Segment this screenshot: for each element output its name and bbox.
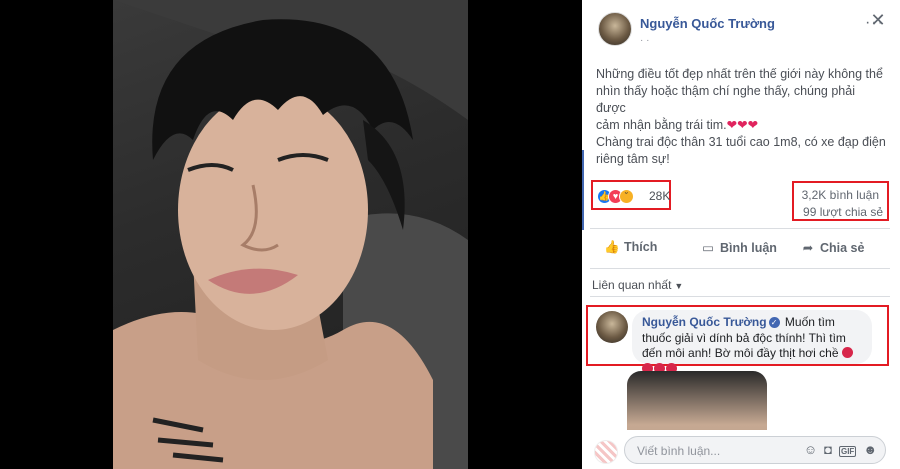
post-text-line: cảm nhận bằng trái tim. bbox=[596, 118, 727, 132]
author-name[interactable]: Nguyễn Quốc Trường bbox=[640, 16, 775, 31]
post-photo[interactable] bbox=[113, 0, 468, 469]
engagement-stats: 3,2K bình luận 99 lượt chia sẻ bbox=[792, 181, 889, 221]
viewer-avatar bbox=[594, 440, 618, 464]
camera-icon[interactable]: ◘ bbox=[824, 442, 832, 457]
pouting-face-emoji-icon bbox=[841, 347, 853, 358]
comment-sort-dropdown[interactable]: Liên quan nhất ▼ bbox=[592, 278, 683, 292]
write-comment-row: Viết bình luận... ☺ ◘ GIF ☻ bbox=[590, 430, 895, 469]
post-text-line: riêng tâm sự! bbox=[596, 152, 670, 166]
top-comment: Nguyễn Quốc Trường ✓ Muốn tìm thuốc giải … bbox=[586, 305, 889, 374]
divider bbox=[590, 228, 890, 229]
post-meta: · · bbox=[640, 35, 650, 46]
shares-count-link[interactable]: 99 lượt chia sẻ bbox=[803, 205, 883, 219]
sticker-icon[interactable]: ☻ bbox=[863, 442, 877, 457]
divider bbox=[590, 296, 890, 297]
divider bbox=[590, 268, 890, 269]
share-button[interactable]: ➦ Chia sẻ bbox=[800, 240, 865, 255]
verified-badge-icon: ✓ bbox=[768, 317, 780, 329]
post-text-line: Những điều tốt đẹp nhất trên thế giới nà… bbox=[596, 67, 883, 81]
sort-label: Liên quan nhất bbox=[592, 278, 672, 292]
share-icon: ➦ bbox=[802, 241, 814, 255]
caret-down-icon: ▼ bbox=[674, 281, 684, 291]
post-header: Nguyễn Quốc Trường · · ··· bbox=[598, 10, 898, 50]
post-text: Những điều tốt đẹp nhất trên thế giới nà… bbox=[596, 66, 886, 168]
comment-icon: ▭ bbox=[702, 241, 714, 255]
reactions-summary[interactable]: 👍 ♥ ˘ 28K bbox=[591, 180, 671, 210]
reactions-count: 28K bbox=[649, 189, 671, 203]
comment-button[interactable]: ▭ Bình luận bbox=[700, 240, 777, 255]
comment-input-placeholder: Viết bình luận... bbox=[637, 444, 721, 458]
photo-illustration bbox=[113, 0, 468, 469]
comment-bubble: Nguyễn Quốc Trường ✓ Muốn tìm thuốc giải … bbox=[632, 310, 872, 374]
gif-icon[interactable]: GIF bbox=[838, 446, 857, 457]
close-icon[interactable]: ✕ bbox=[868, 10, 888, 30]
haha-icon: ˘ bbox=[619, 189, 634, 205]
post-text-line: Chàng trai độc thân 31 tuổi cao 1m8, có … bbox=[596, 135, 886, 149]
thumbs-up-icon: 👍 bbox=[604, 240, 620, 254]
comments-count-link[interactable]: 3,2K bình luận bbox=[802, 188, 879, 202]
commenter-avatar[interactable] bbox=[596, 311, 628, 343]
emoji-icon[interactable]: ☺ bbox=[804, 442, 817, 457]
comment-input[interactable]: Viết bình luận... ☺ ◘ GIF ☻ bbox=[624, 436, 886, 464]
panel-edge-accent bbox=[582, 150, 584, 230]
like-button[interactable]: 👍 Thích bbox=[604, 240, 657, 255]
post-text-line: nhìn thấy hoặc thậm chí nghe thấy, chúng… bbox=[596, 84, 855, 115]
commenter-name[interactable]: Nguyễn Quốc Trường bbox=[642, 315, 767, 329]
hearts-emoji: ❤❤❤ bbox=[726, 118, 759, 132]
post-actions: 👍 Thích ▭ Bình luận ➦ Chia sẻ bbox=[590, 234, 890, 264]
author-avatar[interactable] bbox=[598, 12, 632, 46]
photo-viewer bbox=[0, 0, 582, 469]
